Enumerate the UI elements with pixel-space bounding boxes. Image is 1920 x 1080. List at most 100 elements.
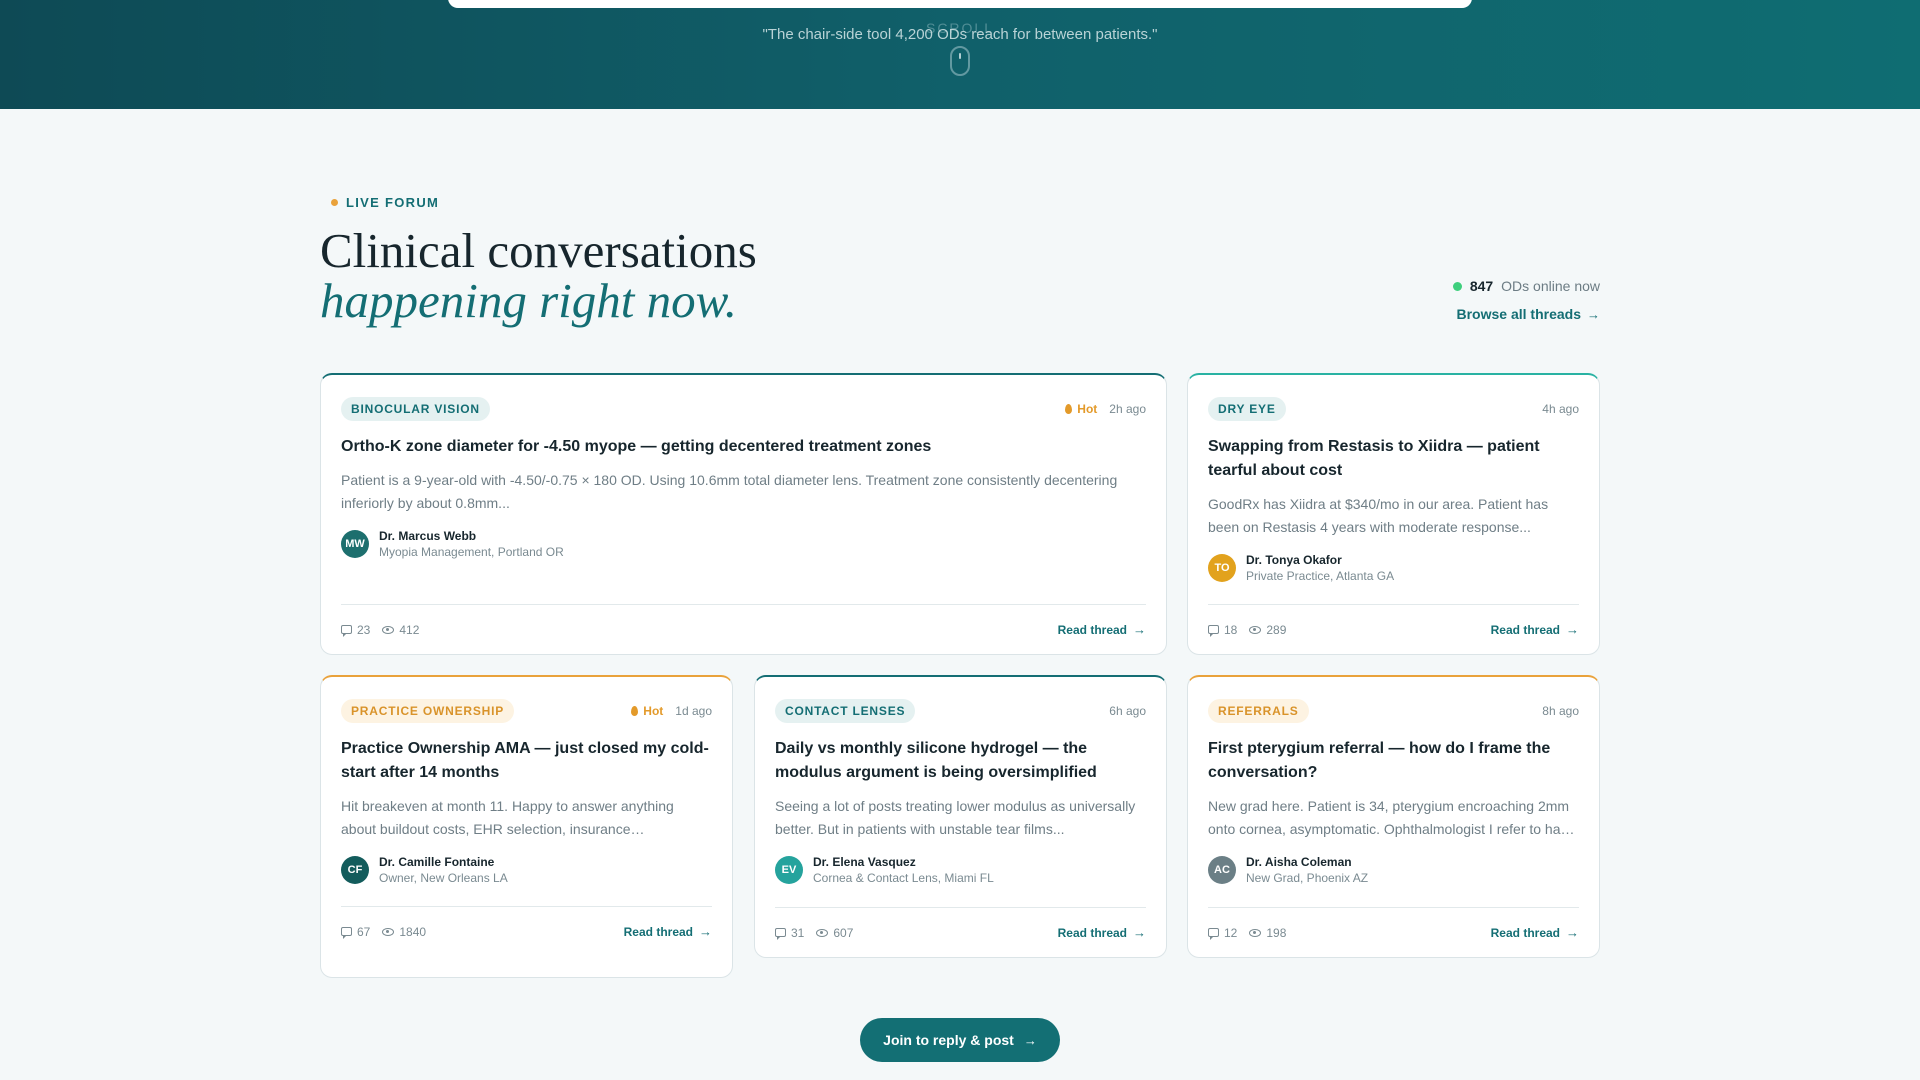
thread-card[interactable]: REFERRALS 8h ago First pterygium referra… (1187, 675, 1600, 958)
thread-excerpt: Hit breakeven at month 11. Happy to answ… (341, 798, 674, 837)
thread-card[interactable]: PRACTICE OWNERSHIP Hot 1d ago Practice O… (320, 675, 733, 978)
comment-count-value: 31 (791, 925, 805, 940)
view-count-value: 289 (1266, 622, 1287, 637)
comment-icon (341, 625, 352, 637)
avatar: EV (775, 856, 803, 884)
hero-banner: SCROLL "The chair-side tool 4,200 ODs re… (0, 0, 1920, 109)
view-count: 412 (382, 623, 419, 637)
thread-meta: Hot 1d ago (631, 704, 712, 718)
thread-author: MW Dr. Marcus Webb Myopia Management, Po… (341, 529, 1146, 559)
arrow-right-icon: → (1566, 622, 1579, 637)
thread-excerpt: New grad here. Patient is 34, pterygium … (1208, 798, 1575, 837)
thread-time: 6h ago (1109, 704, 1146, 718)
read-thread-label: Read thread (1057, 925, 1127, 940)
flame-icon (1065, 404, 1073, 414)
read-thread-label: Read thread (623, 924, 693, 939)
avatar: CF (341, 856, 369, 884)
join-to-reply-button[interactable]: Join to reply & post → (860, 1018, 1060, 1062)
read-thread-link[interactable]: Read thread → (1491, 622, 1579, 637)
browse-all-threads-link[interactable]: Browse all threads → (1457, 306, 1601, 322)
thread-title[interactable]: Daily vs monthly silicone hydrogel — the… (775, 737, 1146, 785)
card-header: DRY EYE 4h ago (1208, 397, 1579, 421)
view-count-value: 412 (399, 622, 420, 637)
comment-count-value: 18 (1224, 622, 1238, 637)
thread-title[interactable]: First pterygium referral — how do I fram… (1208, 737, 1579, 785)
comment-count: 31 (775, 926, 804, 940)
read-thread-link[interactable]: Read thread → (1058, 925, 1146, 940)
card-header: PRACTICE OWNERSHIP Hot 1d ago (341, 699, 712, 723)
thread-stats: 23 412 (341, 623, 431, 637)
author-name: Dr. Elena Vasquez (813, 855, 916, 869)
read-thread-label: Read thread (1490, 925, 1560, 940)
author-name: Dr. Marcus Webb (379, 529, 477, 543)
thread-stats: 12 198 (1208, 926, 1298, 940)
eye-icon (1249, 928, 1262, 937)
cta-label: Join to reply & post (883, 1032, 1014, 1048)
category-tag[interactable]: DRY EYE (1208, 397, 1286, 421)
card-footer: 18 289 Read thread → (1208, 604, 1579, 654)
arrow-right-icon: → (1587, 306, 1600, 322)
eye-icon (1249, 625, 1262, 634)
thread-excerpt: Patient is a 9-year-old with -4.50/-0.75… (341, 472, 1118, 511)
headline-accent: happening right now. (320, 273, 737, 328)
flame-icon (631, 706, 639, 716)
thread-card[interactable]: CONTACT LENSES 6h ago Daily vs monthly s… (754, 675, 1167, 958)
comment-icon (1208, 625, 1219, 637)
author-name: Dr. Camille Fontaine (379, 855, 495, 869)
thread-time: 2h ago (1109, 402, 1146, 416)
card-footer: 67 1840 Read thread → (341, 906, 712, 956)
eyebrow-label: LIVE FORUM (346, 195, 440, 210)
read-thread-link[interactable]: Read thread → (624, 924, 712, 939)
hot-badge: Hot (1065, 402, 1097, 416)
author-role: Private Practice, Atlanta GA (1246, 569, 1395, 583)
section-headline: Clinical conversations happening right n… (320, 226, 757, 326)
thread-author: EV Dr. Elena Vasquez Cornea & Contact Le… (775, 855, 1146, 885)
card-header: REFERRALS 8h ago (1208, 699, 1579, 723)
author-role: Myopia Management, Portland OR (379, 545, 564, 559)
card-header: CONTACT LENSES 6h ago (775, 699, 1146, 723)
author-name: Dr. Tonya Okafor (1246, 553, 1342, 567)
view-count: 198 (1249, 926, 1286, 940)
thread-stats: 31 607 (775, 926, 865, 940)
eye-icon (816, 928, 829, 937)
thread-excerpt: GoodRx has Xiidra at $340/mo in our area… (1208, 496, 1549, 535)
arrow-right-icon: → (1023, 1032, 1037, 1048)
thread-title[interactable]: Ortho-K zone diameter for -4.50 myope — … (341, 435, 1146, 459)
author-role: Cornea & Contact Lens, Miami FL (813, 871, 994, 885)
card-footer: 31 607 Read thread → (775, 907, 1146, 957)
thread-title[interactable]: Practice Ownership AMA — just closed my … (341, 737, 712, 785)
online-count: 847 (1469, 278, 1494, 294)
comment-count-value: 12 (1224, 925, 1238, 940)
category-tag[interactable]: PRACTICE OWNERSHIP (341, 699, 515, 723)
thread-card[interactable]: BINOCULAR VISION Hot 2h ago Ortho-K zone… (320, 373, 1167, 655)
category-tag[interactable]: REFERRALS (1208, 699, 1309, 723)
avatar: MW (341, 530, 369, 558)
view-count-value: 198 (1266, 925, 1287, 940)
view-count: 1840 (382, 925, 426, 939)
comment-count-value: 67 (357, 924, 371, 939)
category-tag[interactable]: CONTACT LENSES (775, 699, 916, 723)
thread-time: 1d ago (675, 704, 712, 718)
live-dot-icon (331, 199, 338, 206)
thread-stats: 18 289 (1208, 623, 1298, 637)
read-thread-label: Read thread (1490, 622, 1560, 637)
comment-icon (341, 927, 352, 939)
thread-stats: 67 1840 (341, 925, 438, 939)
comment-count: 18 (1208, 623, 1237, 637)
thread-card[interactable]: DRY EYE 4h ago Swapping from Restasis to… (1187, 373, 1600, 655)
comment-icon (1208, 928, 1219, 940)
headline-main: Clinical conversations (320, 223, 757, 278)
avatar: TO (1208, 554, 1236, 582)
hot-label: Hot (643, 704, 664, 718)
read-thread-link[interactable]: Read thread → (1491, 925, 1579, 940)
comment-count-value: 23 (357, 622, 371, 637)
view-count-value: 607 (833, 925, 854, 940)
hot-badge: Hot (631, 704, 663, 718)
browse-label: Browse all threads (1456, 306, 1582, 322)
scroll-mouse-icon[interactable] (950, 46, 970, 76)
comment-icon (775, 928, 786, 940)
arrow-right-icon: → (1566, 925, 1579, 940)
category-tag[interactable]: BINOCULAR VISION (341, 397, 490, 421)
thread-title[interactable]: Swapping from Restasis to Xiidra — patie… (1208, 435, 1579, 483)
read-thread-link[interactable]: Read thread → (1058, 622, 1146, 637)
